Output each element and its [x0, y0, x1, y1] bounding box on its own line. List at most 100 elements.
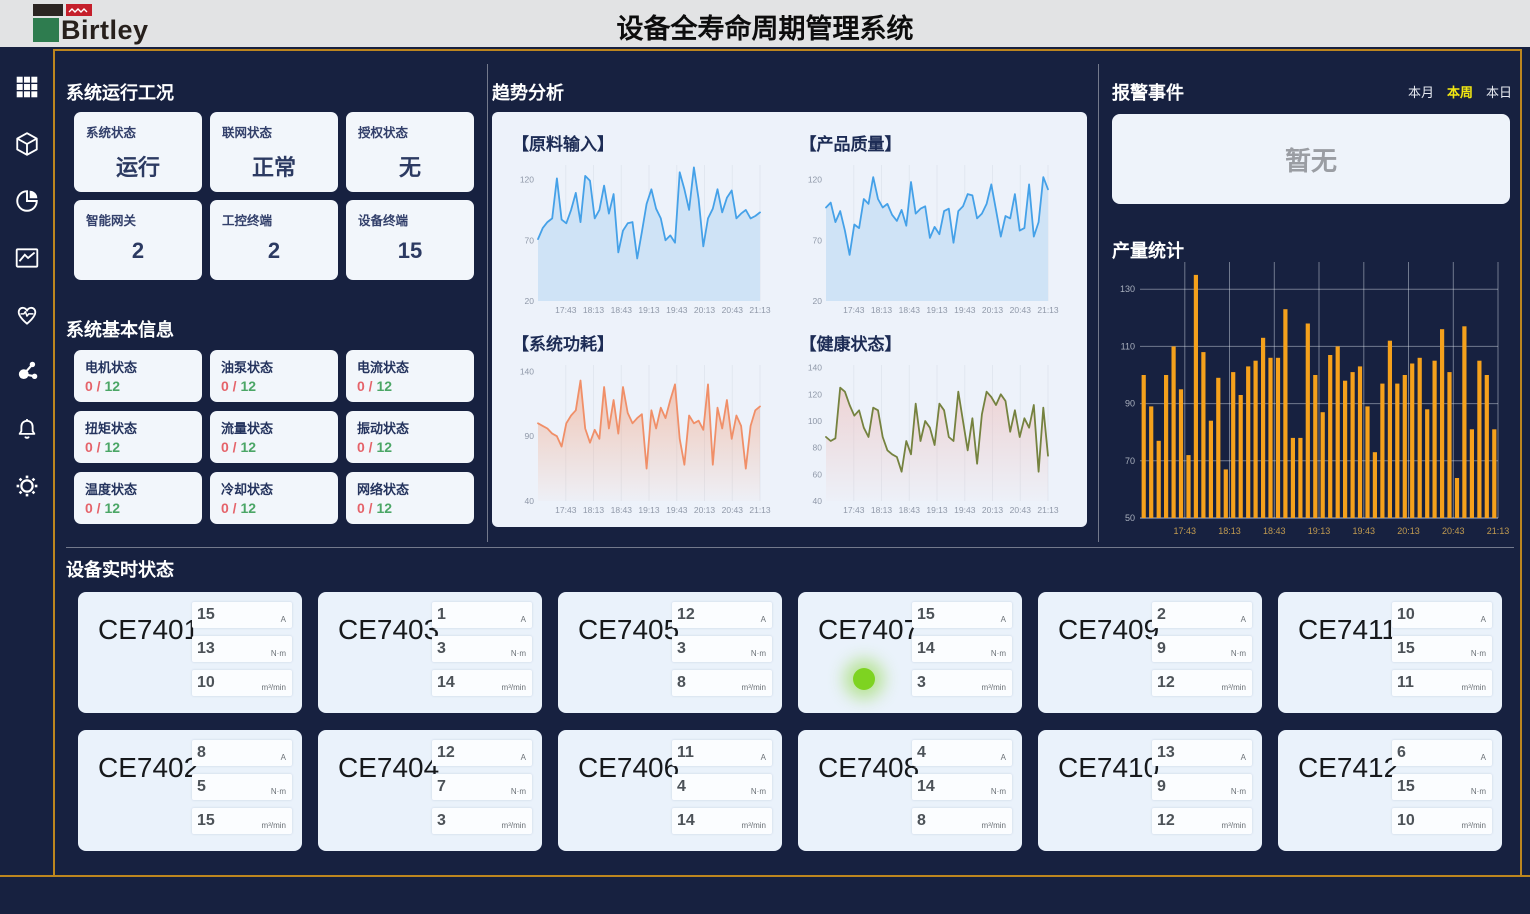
- metric-unit: A: [521, 753, 526, 762]
- metric-unit: m³/min: [742, 683, 766, 692]
- metric-value: 8: [677, 674, 686, 692]
- info-card-count: 0 / 12: [85, 439, 191, 455]
- metric-unit: m³/min: [262, 821, 286, 830]
- device-cards-grid: CE7401 15A13N·m10m³/min CE7403 1A3N·m14m…: [78, 592, 1502, 851]
- device-card-CE7411[interactable]: CE7411 10A15N·m11m³/min: [1278, 592, 1502, 713]
- svg-text:18:43: 18:43: [898, 305, 920, 315]
- device-metric-row: 10m³/min: [1392, 808, 1492, 834]
- device-metric-row: 3N·m: [432, 636, 532, 662]
- devices-title: 设备实时状态: [66, 556, 174, 582]
- network-icon[interactable]: [12, 357, 42, 387]
- device-metric-row: 8m³/min: [912, 808, 1012, 834]
- svg-text:110: 110: [1121, 341, 1135, 351]
- svg-text:19:13: 19:13: [926, 305, 948, 315]
- svg-text:20:43: 20:43: [1009, 505, 1031, 515]
- line-chart-icon[interactable]: [12, 243, 42, 273]
- metric-unit: N·m: [751, 787, 766, 796]
- svg-text:19:13: 19:13: [638, 305, 660, 315]
- device-metric-row: 4A: [912, 740, 1012, 766]
- device-metric-row: 10A: [1392, 602, 1492, 628]
- status-card-label: 工控终端: [222, 210, 326, 229]
- svg-text:50: 50: [1125, 513, 1135, 523]
- device-card-CE7412[interactable]: CE7412 6A15N·m10m³/min: [1278, 730, 1502, 851]
- device-metric-row: 8 m³/min: [672, 670, 772, 696]
- status-card-value: 15: [358, 238, 462, 264]
- chart-title: 【系统功耗】: [512, 330, 780, 355]
- device-metric-row: 11A: [672, 740, 772, 766]
- svg-text:17:43: 17:43: [843, 505, 865, 515]
- svg-text:17:43: 17:43: [555, 505, 577, 515]
- svg-text:21:13: 21:13: [1037, 305, 1059, 315]
- device-metric-row: 2A: [1152, 602, 1252, 628]
- device-metric-row: 9N·m: [1152, 774, 1252, 800]
- chart-title: 【产品质量】: [800, 130, 1068, 155]
- device-card-CE7404[interactable]: CE7404 12A7N·m3m³/min: [318, 730, 542, 851]
- status-card-value: 运行: [86, 150, 190, 182]
- device-metric-row: 5N·m: [192, 774, 292, 800]
- dashboard-root: Birtley 设备全寿命周期管理系统: [0, 0, 1530, 914]
- page-title: 设备全寿命周期管理系统: [0, 7, 1530, 46]
- svg-text:80: 80: [812, 442, 822, 452]
- device-metrics: 13A9N·m12m³/min: [1152, 740, 1252, 842]
- device-card-CE7407[interactable]: CE7407 15A14N·m3m³/min: [798, 592, 1022, 713]
- metric-value: 13: [1157, 744, 1175, 762]
- device-metrics: 12A7N·m3m³/min: [432, 740, 532, 842]
- info-card-count: 0 / 12: [357, 500, 463, 516]
- metric-unit: N·m: [271, 649, 286, 658]
- metric-value: 15: [1397, 640, 1415, 658]
- metric-unit: N·m: [991, 649, 1006, 658]
- device-metric-row: 1A: [432, 602, 532, 628]
- tab-this-month[interactable]: 本月: [1408, 82, 1434, 101]
- status-card: 智能网关 2: [74, 200, 202, 280]
- svg-text:20:13: 20:13: [981, 505, 1003, 515]
- device-card-CE7401[interactable]: CE7401 15A13N·m10m³/min: [78, 592, 302, 713]
- pie-chart-icon[interactable]: [12, 186, 42, 216]
- svg-text:20:43: 20:43: [1442, 526, 1465, 536]
- bell-icon[interactable]: [12, 414, 42, 444]
- device-card-CE7402[interactable]: CE7402 8A5N·m15m³/min: [78, 730, 302, 851]
- svg-text:21:13: 21:13: [1487, 526, 1510, 536]
- device-card-CE7406[interactable]: CE7406 11A4N·m14m³/min: [558, 730, 782, 851]
- svg-text:19:13: 19:13: [638, 505, 660, 515]
- device-card-CE7405[interactable]: CE7405 12A3N·m8m³/min: [558, 592, 782, 713]
- metric-unit: A: [1481, 615, 1486, 624]
- info-card-count: 0 / 12: [85, 500, 191, 516]
- status-card: 工控终端 2: [210, 200, 338, 280]
- device-metrics: 8A5N·m15m³/min: [192, 740, 292, 842]
- metric-unit: N·m: [511, 649, 526, 658]
- svg-text:20: 20: [525, 296, 535, 306]
- health-monitor-icon[interactable]: [12, 300, 42, 330]
- metric-value: 14: [437, 674, 455, 692]
- device-metrics: 4A14N·m8m³/min: [912, 740, 1012, 842]
- device-card-CE7409[interactable]: CE7409 2A9N·m12m³/min: [1038, 592, 1262, 713]
- tab-today[interactable]: 本日: [1486, 82, 1512, 101]
- device-card-CE7403[interactable]: CE7403 1A3N·m14m³/min: [318, 592, 542, 713]
- svg-text:19:13: 19:13: [1308, 526, 1331, 536]
- info-card-label: 温度状态: [85, 479, 191, 498]
- metric-value: 3: [677, 640, 686, 658]
- svg-text:20:43: 20:43: [1009, 305, 1031, 315]
- metric-unit: A: [761, 615, 766, 624]
- metric-value: 10: [1397, 812, 1415, 830]
- apps-grid-icon[interactable]: [12, 72, 42, 102]
- info-card-label: 流量状态: [221, 418, 327, 437]
- device-metric-row: 14m³/min: [432, 670, 532, 696]
- device-name: CE7405: [578, 614, 679, 646]
- metric-unit: A: [1481, 753, 1486, 762]
- svg-text:130: 130: [1120, 284, 1135, 294]
- divider-horizontal: [66, 547, 1514, 548]
- gear-icon[interactable]: [12, 471, 42, 501]
- tab-this-week[interactable]: 本周: [1447, 82, 1473, 101]
- device-card-CE7410[interactable]: CE7410 13A9N·m12m³/min: [1038, 730, 1262, 851]
- system-info-grid: 电机状态 0 / 12 油泵状态 0 / 12 电流状态 0 / 12 扭矩状态…: [74, 350, 474, 524]
- frame-line-left: [53, 49, 55, 877]
- cube-icon[interactable]: [12, 129, 42, 159]
- metric-unit: A: [281, 753, 286, 762]
- metric-value: 15: [197, 606, 215, 624]
- device-card-CE7408[interactable]: CE7408 4A14N·m8m³/min: [798, 730, 1022, 851]
- metric-value: 1: [437, 606, 446, 624]
- device-name: CE7410: [1058, 752, 1159, 784]
- svg-text:18:43: 18:43: [611, 305, 633, 315]
- system-power-chart: 140904017:4318:1318:4319:1319:4320:1320:…: [512, 359, 774, 517]
- device-name: CE7401: [98, 614, 199, 646]
